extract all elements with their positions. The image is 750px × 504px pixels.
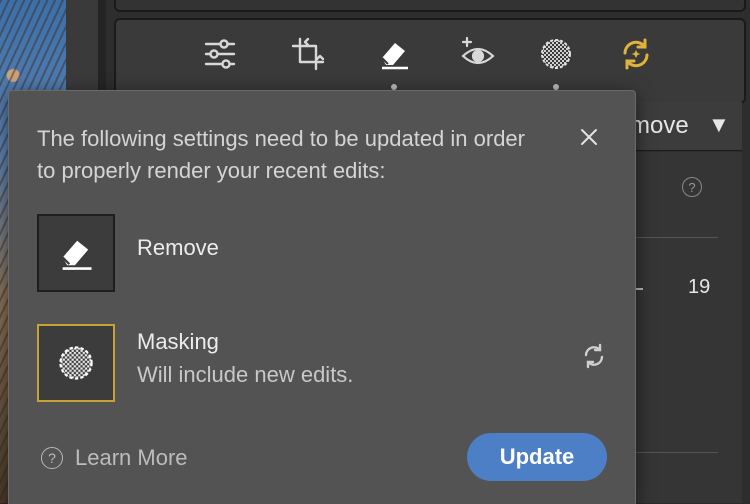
collapse-triangle-icon[interactable]: ▼ <box>708 112 730 138</box>
close-button[interactable] <box>575 123 603 151</box>
help-icon[interactable]: ? <box>682 177 702 197</box>
item-title: Remove <box>137 235 219 260</box>
panel-divider <box>630 237 718 238</box>
crop-icon[interactable] <box>288 34 328 74</box>
remove-panel-body <box>620 152 742 503</box>
slider-value: 19 <box>688 276 711 298</box>
dialog-message: The following settings need to be update… <box>37 126 525 183</box>
masking-item-thumb <box>37 324 115 402</box>
help-icon: ? <box>41 447 63 469</box>
panel-divider <box>630 452 718 453</box>
learn-more-link[interactable]: ? Learn More <box>41 445 188 471</box>
item-subtitle: Will include new edits. <box>137 362 354 387</box>
close-icon <box>581 129 597 145</box>
eraser-icon[interactable] <box>374 34 414 74</box>
learn-more-label: Learn More <box>75 445 188 470</box>
edit-sliders-icon[interactable] <box>200 34 240 74</box>
masking-icon <box>59 346 93 380</box>
update-button[interactable]: Update <box>467 433 607 481</box>
masking-icon[interactable] <box>536 34 576 74</box>
sync-icon[interactable] <box>616 34 656 74</box>
slider-thumb[interactable] <box>635 288 643 290</box>
update-settings-dialog: The following settings need to be update… <box>8 90 636 504</box>
panel-top-frame <box>114 0 746 12</box>
remove-item-thumb <box>37 214 115 292</box>
panel-title: move <box>630 112 689 139</box>
eraser-icon <box>61 240 92 270</box>
refresh-icon <box>584 343 604 369</box>
item-title: Masking <box>137 329 219 354</box>
red-eye-icon[interactable] <box>458 34 498 74</box>
